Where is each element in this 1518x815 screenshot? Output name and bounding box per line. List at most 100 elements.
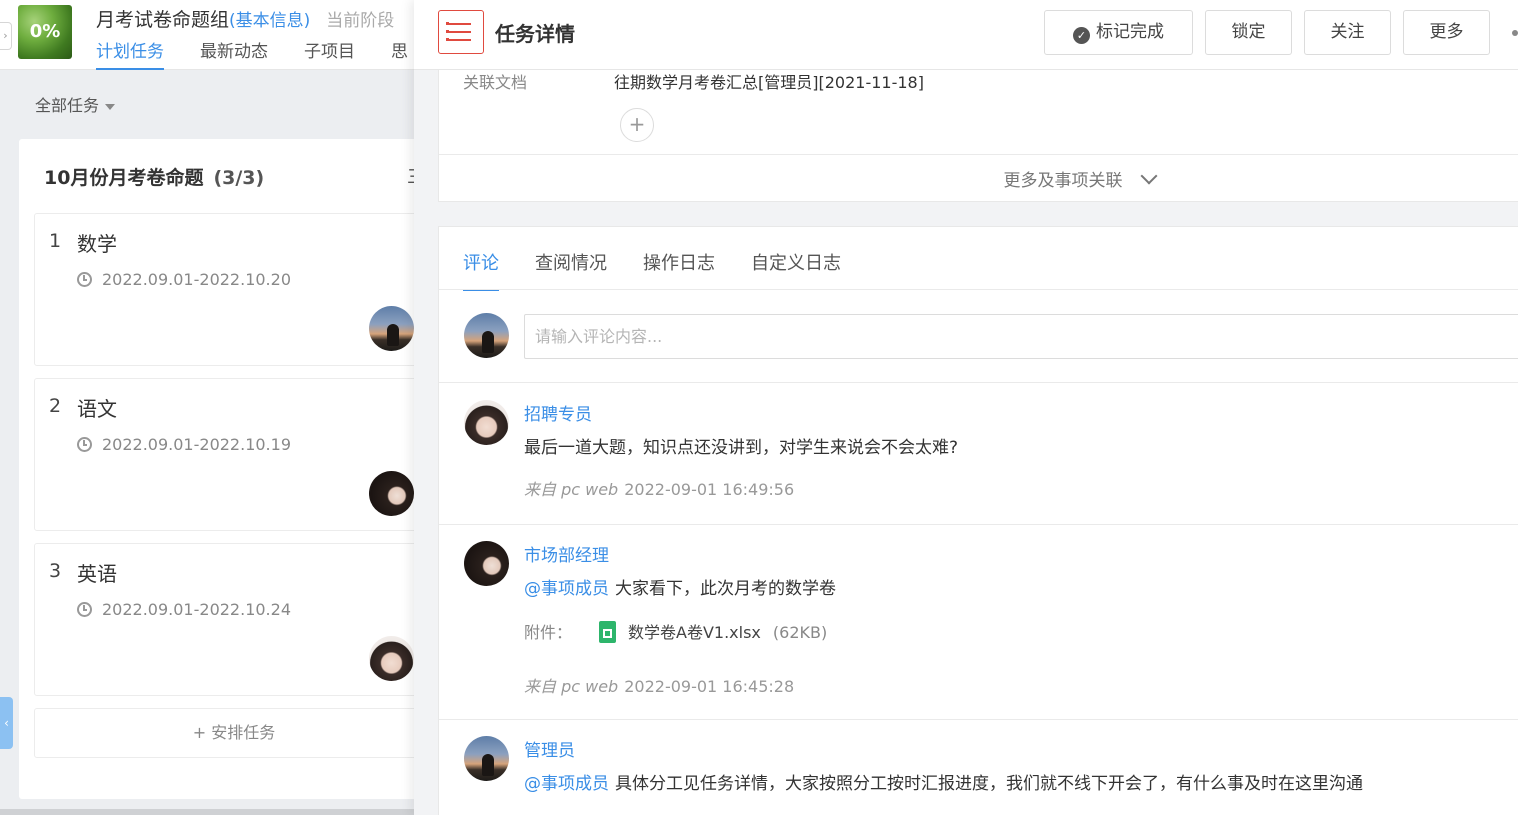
attachment-file[interactable]: 数学卷A卷V1.xlsx (62KB)	[599, 619, 827, 643]
task-board: 10月份月考卷命题 (3/3) 三 1 数学 2022.09.01-2022.10…	[19, 139, 414, 799]
more-button[interactable]: 更多	[1403, 10, 1490, 55]
comment-text: @事项成员 大家看下，此次月考的数学卷	[524, 574, 836, 599]
board-title: 10月份月考卷命题 (3/3)	[44, 163, 264, 190]
task-filter-dropdown[interactable]: 全部任务	[35, 92, 116, 116]
task-number: 3	[49, 560, 62, 582]
task-number: 2	[49, 395, 62, 417]
avatar[interactable]	[369, 471, 414, 516]
task-date: 2022.09.01-2022.10.19	[77, 435, 291, 454]
expand-sidebar-button[interactable]: ›	[0, 22, 12, 50]
horizontal-scrollbar[interactable]	[0, 809, 414, 815]
comment-source: 来自 pc web	[524, 480, 619, 499]
stage-label: 当前阶段	[326, 11, 395, 31]
tab-view-status[interactable]: 查阅情况	[535, 249, 607, 291]
comment-text: @事项成员 具体分工见任务详情，大家按照分工按时汇报进度，我们就不线下开会了，有什…	[524, 769, 1363, 794]
excel-file-icon	[599, 621, 616, 643]
task-name: 英语	[77, 562, 117, 586]
project-panel: › 0% 月考试卷命题组(基本信息) 当前阶段 计划任务 最新动态 子项目 思 全…	[0, 0, 414, 815]
more-related-label: 更多及事项关联	[1003, 171, 1123, 191]
follow-button[interactable]: 关注	[1304, 10, 1391, 55]
attachment-label: 附件：	[524, 623, 573, 642]
avatar[interactable]	[369, 306, 414, 351]
mention-link[interactable]: @事项成员	[524, 579, 609, 599]
project-name: 月考试卷命题组	[96, 9, 230, 31]
chevron-down-icon	[1140, 167, 1157, 185]
task-detail-panel: 任务详情 ✓ 标记完成 锁定 关注 更多 关联文档 往期数学月考卷汇总[管理员][…	[414, 0, 1518, 815]
list-icon	[446, 22, 471, 25]
tab-custom-log[interactable]: 自定义日志	[751, 249, 841, 291]
task-card[interactable]: 1 数学 2022.09.01-2022.10.20	[34, 213, 414, 366]
basic-info-link[interactable]: (基本信息)	[229, 11, 310, 31]
attachment-name: 数学卷A卷V1.xlsx	[628, 623, 761, 642]
overflow-dot-icon[interactable]	[1512, 30, 1518, 36]
tab-subprojects[interactable]: 子项目	[304, 37, 355, 70]
comment-meta: 来自 pc web 2022-09-01 16:45:28	[524, 673, 794, 697]
add-task-button[interactable]: + 安排任务	[34, 708, 414, 758]
current-user-avatar	[464, 313, 509, 358]
comment-author[interactable]: 管理员	[524, 736, 575, 761]
board-name: 10月份月考卷命题	[44, 167, 204, 189]
tab-comments[interactable]: 评论	[463, 249, 499, 291]
project-title: 月考试卷命题组(基本信息) 当前阶段	[96, 5, 394, 32]
board-count: (3/3)	[213, 167, 265, 189]
avatar[interactable]	[464, 736, 509, 781]
tab-latest-activity[interactable]: 最新动态	[200, 37, 268, 70]
comment-body: 具体分工见任务详情，大家按照分工按时汇报进度，我们就不线下开会了，有什么事及时在…	[615, 774, 1363, 794]
side-collapse-tab[interactable]: ‹	[0, 697, 13, 749]
attachment-size: (62KB)	[772, 623, 828, 642]
comment-source: 来自 pc web	[524, 677, 619, 696]
board-menu-icon[interactable]: 三	[407, 163, 414, 189]
detail-header: 任务详情 ✓ 标记完成 锁定 关注 更多	[414, 0, 1518, 70]
detail-title: 任务详情	[495, 22, 575, 46]
task-number: 1	[49, 230, 62, 252]
comments-card: 评论 查阅情况 操作日志 自定义日志 招聘专员 最后一道大题，知识点还没讲到，对…	[438, 226, 1518, 815]
progress-tile: 0%	[18, 5, 72, 59]
comment-text: 最后一道大题，知识点还没讲到，对学生来说会不会太难?	[524, 438, 959, 458]
avatar[interactable]	[464, 400, 509, 445]
divider	[439, 289, 1518, 290]
project-header: › 0% 月考试卷命题组(基本信息) 当前阶段 计划任务 最新动态 子项目 思	[0, 0, 414, 70]
task-date-text: 2022.09.01-2022.10.20	[102, 270, 291, 289]
task-list-button[interactable]	[438, 10, 484, 54]
comment-author[interactable]: 市场部经理	[524, 541, 609, 566]
comment-tabs: 评论 查阅情况 操作日志 自定义日志	[463, 249, 877, 291]
related-docs-label: 关联文档	[463, 73, 528, 92]
comment-time: 2022-09-01 16:45:28	[624, 677, 795, 696]
comment-meta: 来自 pc web 2022-09-01 16:49:56	[524, 476, 794, 500]
task-name: 语文	[77, 397, 117, 421]
task-date: 2022.09.01-2022.10.20	[77, 270, 291, 289]
divider	[439, 719, 1518, 720]
divider	[439, 382, 1518, 383]
comment-author[interactable]: 招聘专员	[524, 400, 592, 425]
task-card[interactable]: 3 英语 2022.09.01-2022.10.24	[34, 543, 414, 696]
check-circle-icon: ✓	[1073, 27, 1090, 44]
mark-complete-button[interactable]: ✓ 标记完成	[1044, 10, 1193, 55]
filter-label: 全部任务	[35, 96, 100, 115]
clock-icon	[77, 437, 92, 452]
add-related-doc-button[interactable]: +	[620, 108, 654, 142]
task-date: 2022.09.01-2022.10.24	[77, 600, 291, 619]
list-icon-line	[446, 30, 471, 33]
comment-time: 2022-09-01 16:49:56	[624, 480, 795, 499]
divider	[439, 524, 1518, 525]
lock-button[interactable]: 锁定	[1205, 10, 1292, 55]
avatar[interactable]	[464, 541, 509, 586]
comment-body: 大家看下，此次月考的数学卷	[615, 579, 836, 599]
mention-link[interactable]: @事项成员	[524, 774, 609, 794]
caret-down-icon	[105, 103, 116, 110]
avatar[interactable]	[369, 636, 414, 681]
related-doc-link[interactable]: 往期数学月考卷汇总[管理员][2021-11-18]	[614, 69, 924, 93]
comment-input[interactable]	[524, 314, 1518, 359]
tab-plan-tasks[interactable]: 计划任务	[96, 37, 164, 70]
clock-icon	[77, 602, 92, 617]
task-name: 数学	[77, 232, 117, 256]
task-card[interactable]: 2 语文 2022.09.01-2022.10.19	[34, 378, 414, 531]
divider	[439, 154, 1518, 155]
task-date-text: 2022.09.01-2022.10.24	[102, 600, 291, 619]
list-icon-line	[446, 38, 471, 41]
more-related-toggle[interactable]: 更多及事项关联	[439, 166, 1518, 191]
tab-mindmap[interactable]: 思	[391, 37, 408, 70]
clock-icon	[77, 272, 92, 287]
task-date-text: 2022.09.01-2022.10.19	[102, 435, 291, 454]
tab-operation-log[interactable]: 操作日志	[643, 249, 715, 291]
